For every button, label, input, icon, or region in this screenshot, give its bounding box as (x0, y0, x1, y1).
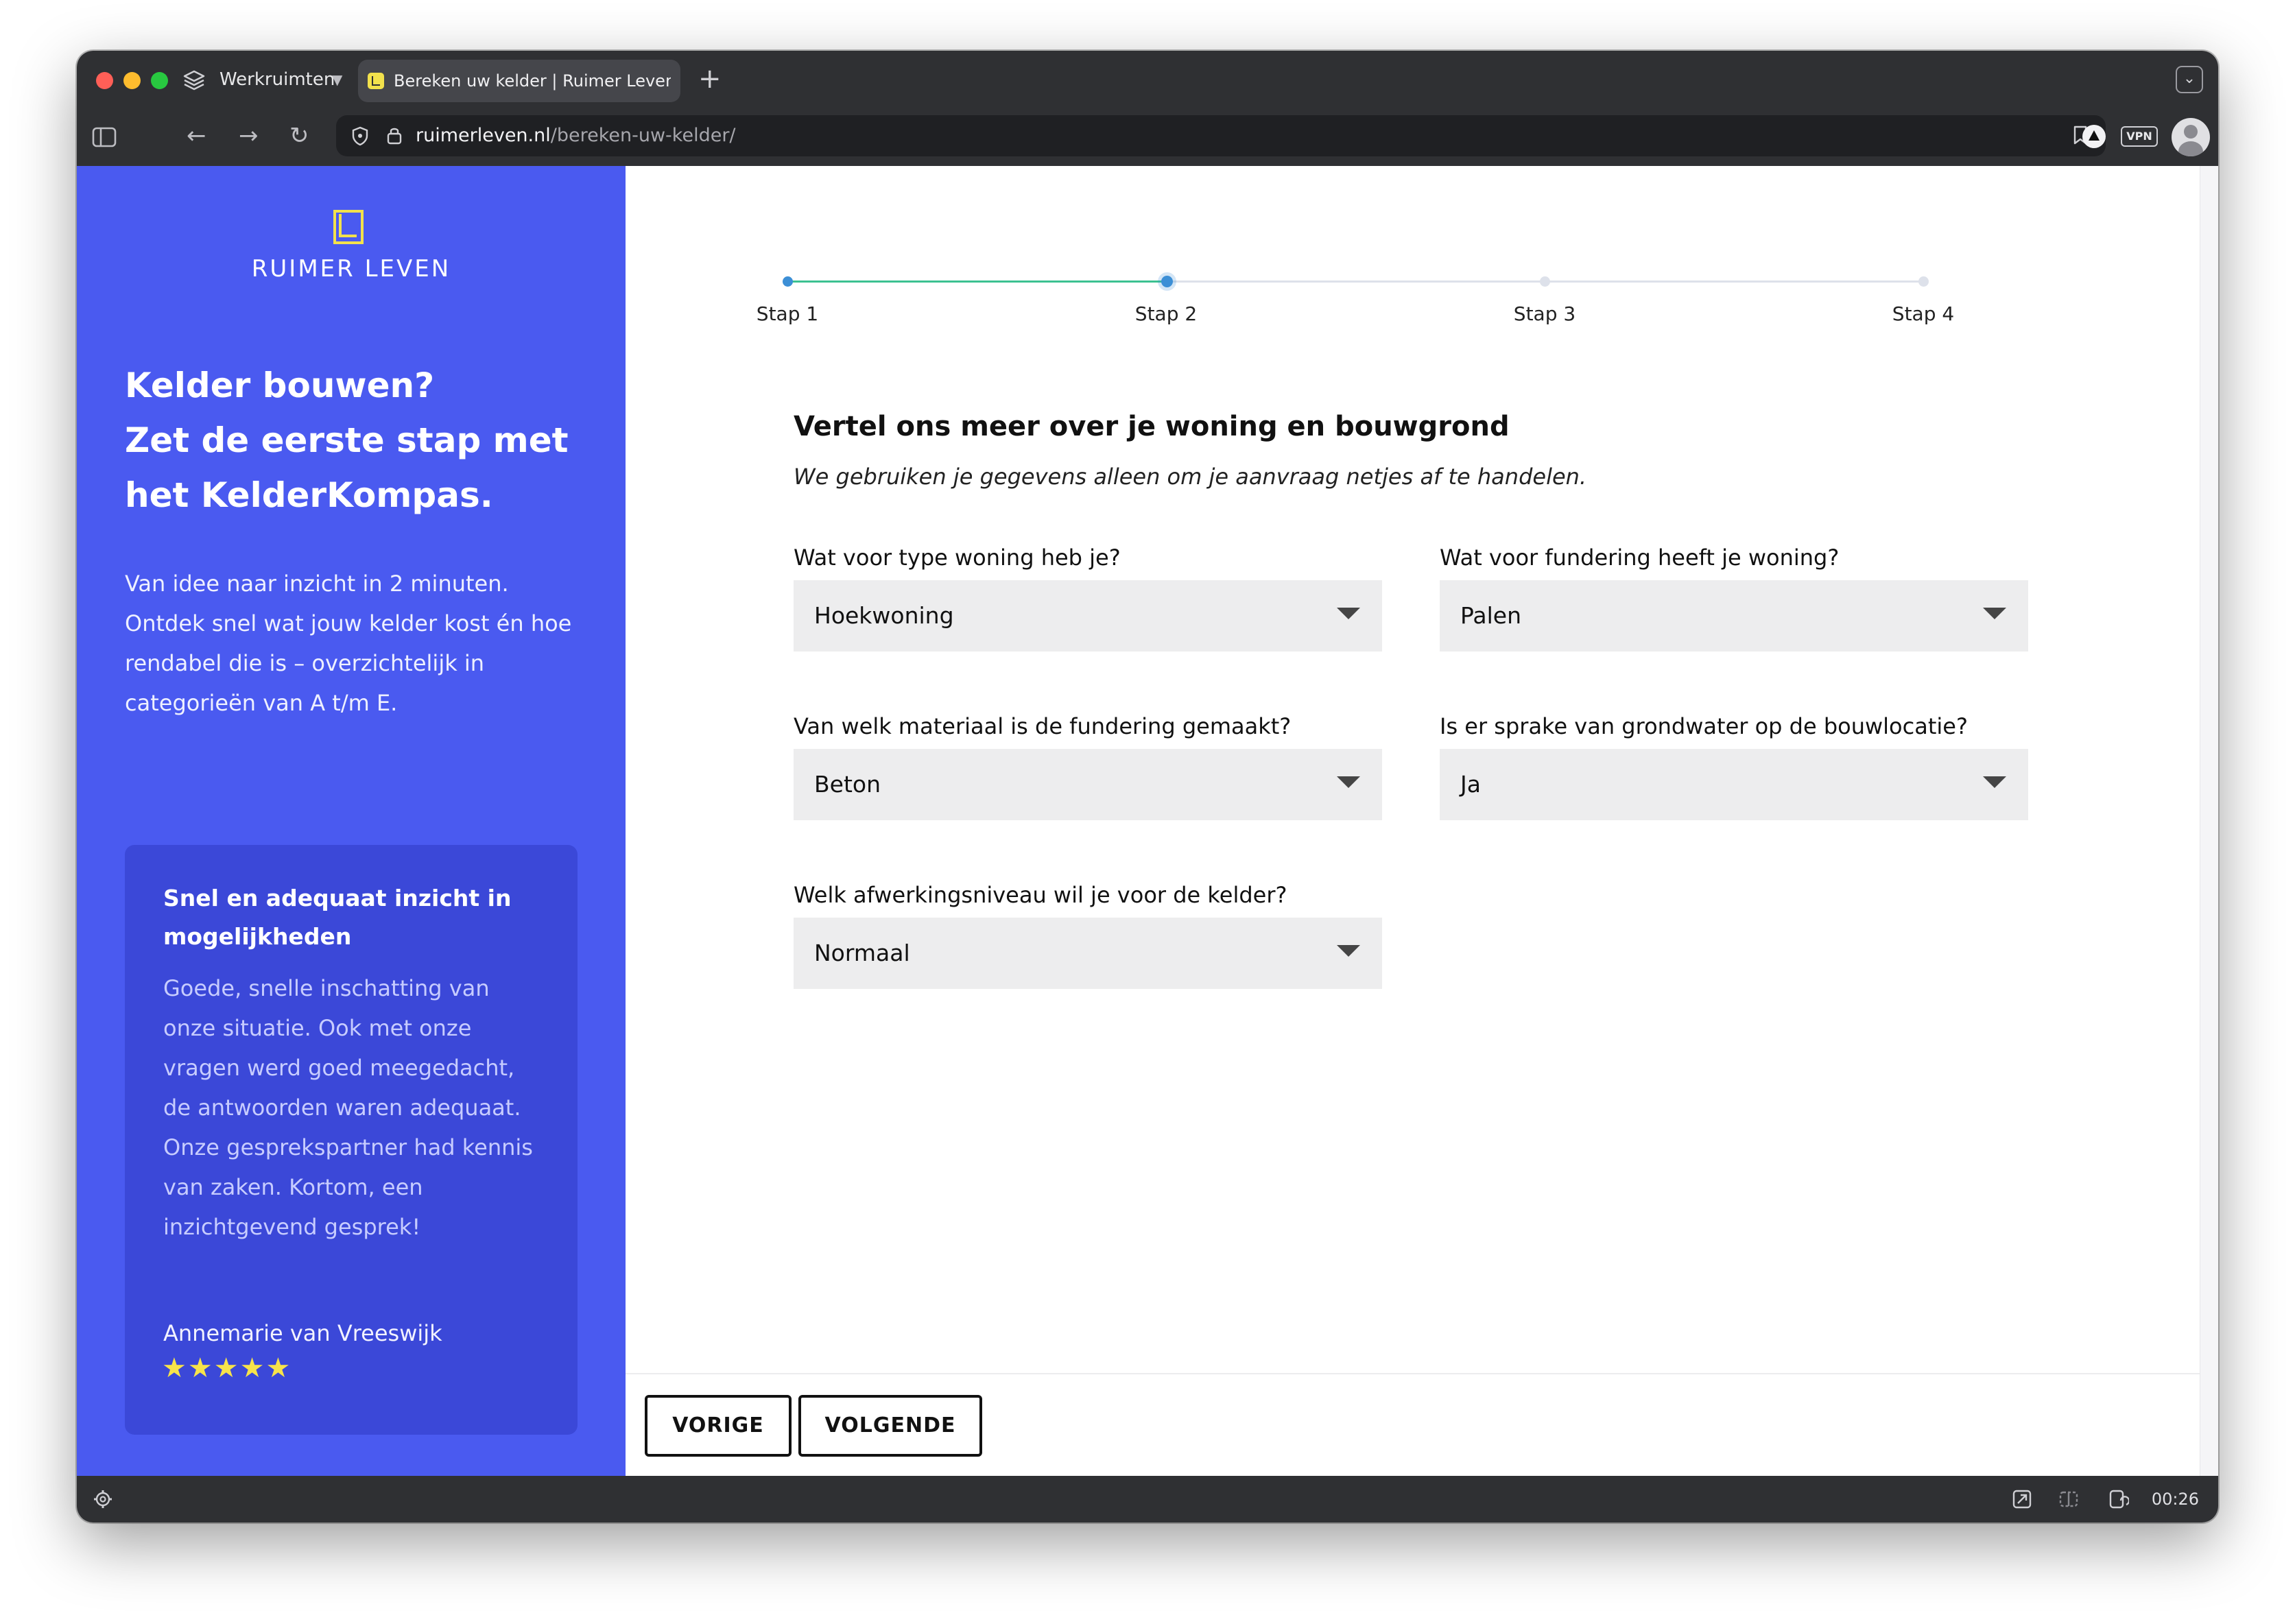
url-path: /bereken-uw-kelder/ (550, 125, 736, 146)
step-connector-3 (1545, 280, 1923, 283)
main-panel: Stap 1 Stap 2 Stap 3 Stap 4 Vertel ons m… (626, 166, 2218, 1477)
grondwater-label: Is er sprake van grondwater op de bouwlo… (1440, 713, 1968, 739)
step-dot-3 (1540, 276, 1550, 287)
split-view-icon[interactable] (2058, 1488, 2080, 1510)
url-domain: ruimerleven.nl (416, 125, 551, 146)
grondwater-select[interactable]: Ja (1440, 749, 2028, 820)
grondwater-value: Ja (1460, 771, 1481, 798)
step-label-3: Stap 3 (1513, 302, 1576, 325)
star-rating-icon: ★★★★★ (162, 1352, 292, 1384)
testimonial-card: Snel en adequaat inzicht in mogelijkhede… (125, 845, 578, 1435)
site-favicon-icon (368, 73, 384, 89)
afwerking-select[interactable]: Normaal (794, 918, 1382, 989)
testimonial-heading: Snel en adequaat inzicht in mogelijkhede… (163, 885, 512, 950)
step-connector-2 (1166, 280, 1545, 283)
page-content: RUIMER LEVEN Kelder bouwen? Zet de eerste… (77, 166, 2218, 1477)
forward-arrow-icon[interactable]: → (239, 122, 259, 150)
caret-down-icon (1983, 776, 2006, 788)
lock-icon (387, 128, 402, 145)
step-dot-1 (783, 276, 793, 287)
hero-title: Kelder bouwen? Zet de eerste stap met het… (125, 358, 591, 523)
minimize-window-button[interactable] (123, 72, 141, 89)
vpn-badge[interactable]: VPN (2121, 126, 2158, 147)
step-label-4: Stap 4 (1892, 302, 1955, 325)
close-window-button[interactable] (96, 72, 113, 89)
reload-icon[interactable]: ↻ (289, 122, 309, 150)
hero-description: Van idee naar inzicht in 2 minuten. Ontd… (125, 571, 572, 716)
logo-text[interactable]: RUIMER LEVEN (77, 255, 626, 283)
workspaces-caret-icon[interactable]: ▼ (332, 67, 342, 92)
form-subtitle: We gebruiken je gegevens alleen om je aa… (794, 464, 1587, 490)
clock-time: 00:26 (2151, 1490, 2199, 1509)
screenshot-icon[interactable] (2107, 1488, 2129, 1510)
caret-down-icon (1337, 776, 1360, 788)
profile-avatar[interactable] (2172, 118, 2210, 156)
hero-line-2: Zet de eerste stap met het KelderKompas. (125, 420, 569, 515)
workspaces-icon[interactable] (182, 69, 206, 92)
tab-bar: Werkruimten ▼ Bereken uw kelder | Ruimer… (77, 51, 2218, 110)
step-dot-2 (1161, 276, 1173, 287)
maximize-window-button[interactable] (151, 72, 168, 89)
scrollbar[interactable] (2200, 166, 2218, 1476)
progress-stepper: Stap 1 Stap 2 Stap 3 Stap 4 (757, 269, 2084, 337)
previous-button[interactable]: VORIGE (645, 1395, 792, 1457)
active-tab[interactable]: Bereken uw kelder | Ruimer Leven (358, 60, 680, 102)
step-label-2: Stap 2 (1134, 302, 1198, 325)
fundering-label: Wat voor fundering heeft je woning? (1440, 545, 1840, 571)
caret-down-icon (1983, 608, 2006, 619)
materiaal-select[interactable]: Beton (794, 749, 1382, 820)
fundering-value: Palen (1460, 602, 1522, 629)
testimonial-body: Goede, snelle inschatting van onze situa… (163, 975, 533, 1240)
woningtype-select[interactable]: Hoekwoning (794, 580, 1382, 652)
tab-list-chevron-icon[interactable]: ⌄ (2176, 66, 2203, 93)
step-dot-4 (1918, 276, 1929, 287)
form-title: Vertel ons meer over je woning en bouwgr… (794, 411, 1510, 442)
ruimer-leven-logo-icon[interactable] (333, 210, 364, 244)
sidebar-toggle-icon[interactable] (91, 123, 118, 151)
status-bar: 00:26 (77, 1476, 2218, 1522)
step-label-1: Stap 1 (756, 302, 819, 325)
extension-alert-icon[interactable] (2082, 125, 2106, 148)
fundering-select[interactable]: Palen (1440, 580, 2028, 652)
browser-toolbar: ← → ↻ ruimerleven.nl/bereken-uw-kelder/ … (77, 110, 2218, 166)
afwerking-value: Normaal (814, 940, 910, 966)
hero-line-1: Kelder bouwen? (125, 366, 435, 405)
browser-window: Werkruimten ▼ Bereken uw kelder | Ruimer… (77, 51, 2218, 1522)
materiaal-label: Van welk materiaal is de fundering gemaa… (794, 713, 1292, 739)
next-button[interactable]: VOLGENDE (798, 1395, 982, 1457)
settings-gear-icon[interactable] (92, 1488, 114, 1510)
workspaces-label[interactable]: Werkruimten (219, 67, 335, 92)
back-arrow-icon[interactable]: ← (187, 122, 206, 150)
url-text[interactable]: ruimerleven.nl/bereken-uw-kelder/ (416, 123, 736, 148)
woningtype-label: Wat voor type woning heb je? (794, 545, 1121, 571)
materiaal-value: Beton (814, 771, 881, 798)
afwerking-label: Welk afwerkingsniveau wil je voor de kel… (794, 882, 1287, 908)
sidebar: RUIMER LEVEN Kelder bouwen? Zet de eerste… (77, 166, 626, 1476)
caret-down-icon (1337, 945, 1360, 957)
new-tab-button[interactable]: + (698, 62, 722, 96)
caret-down-icon (1337, 608, 1360, 619)
tab-title: Bereken uw kelder | Ruimer Leven (394, 71, 671, 91)
resize-icon[interactable] (2011, 1488, 2033, 1510)
form-navigation: VORIGE VOLGENDE (626, 1373, 2200, 1477)
testimonial-author: Annemarie van Vreeswijk (163, 1320, 442, 1346)
shield-icon[interactable] (351, 126, 369, 146)
woningtype-value: Hoekwoning (814, 602, 954, 629)
step-connector-1 (787, 280, 1166, 283)
address-bar[interactable]: ruimerleven.nl/bereken-uw-kelder/ (336, 115, 2106, 156)
